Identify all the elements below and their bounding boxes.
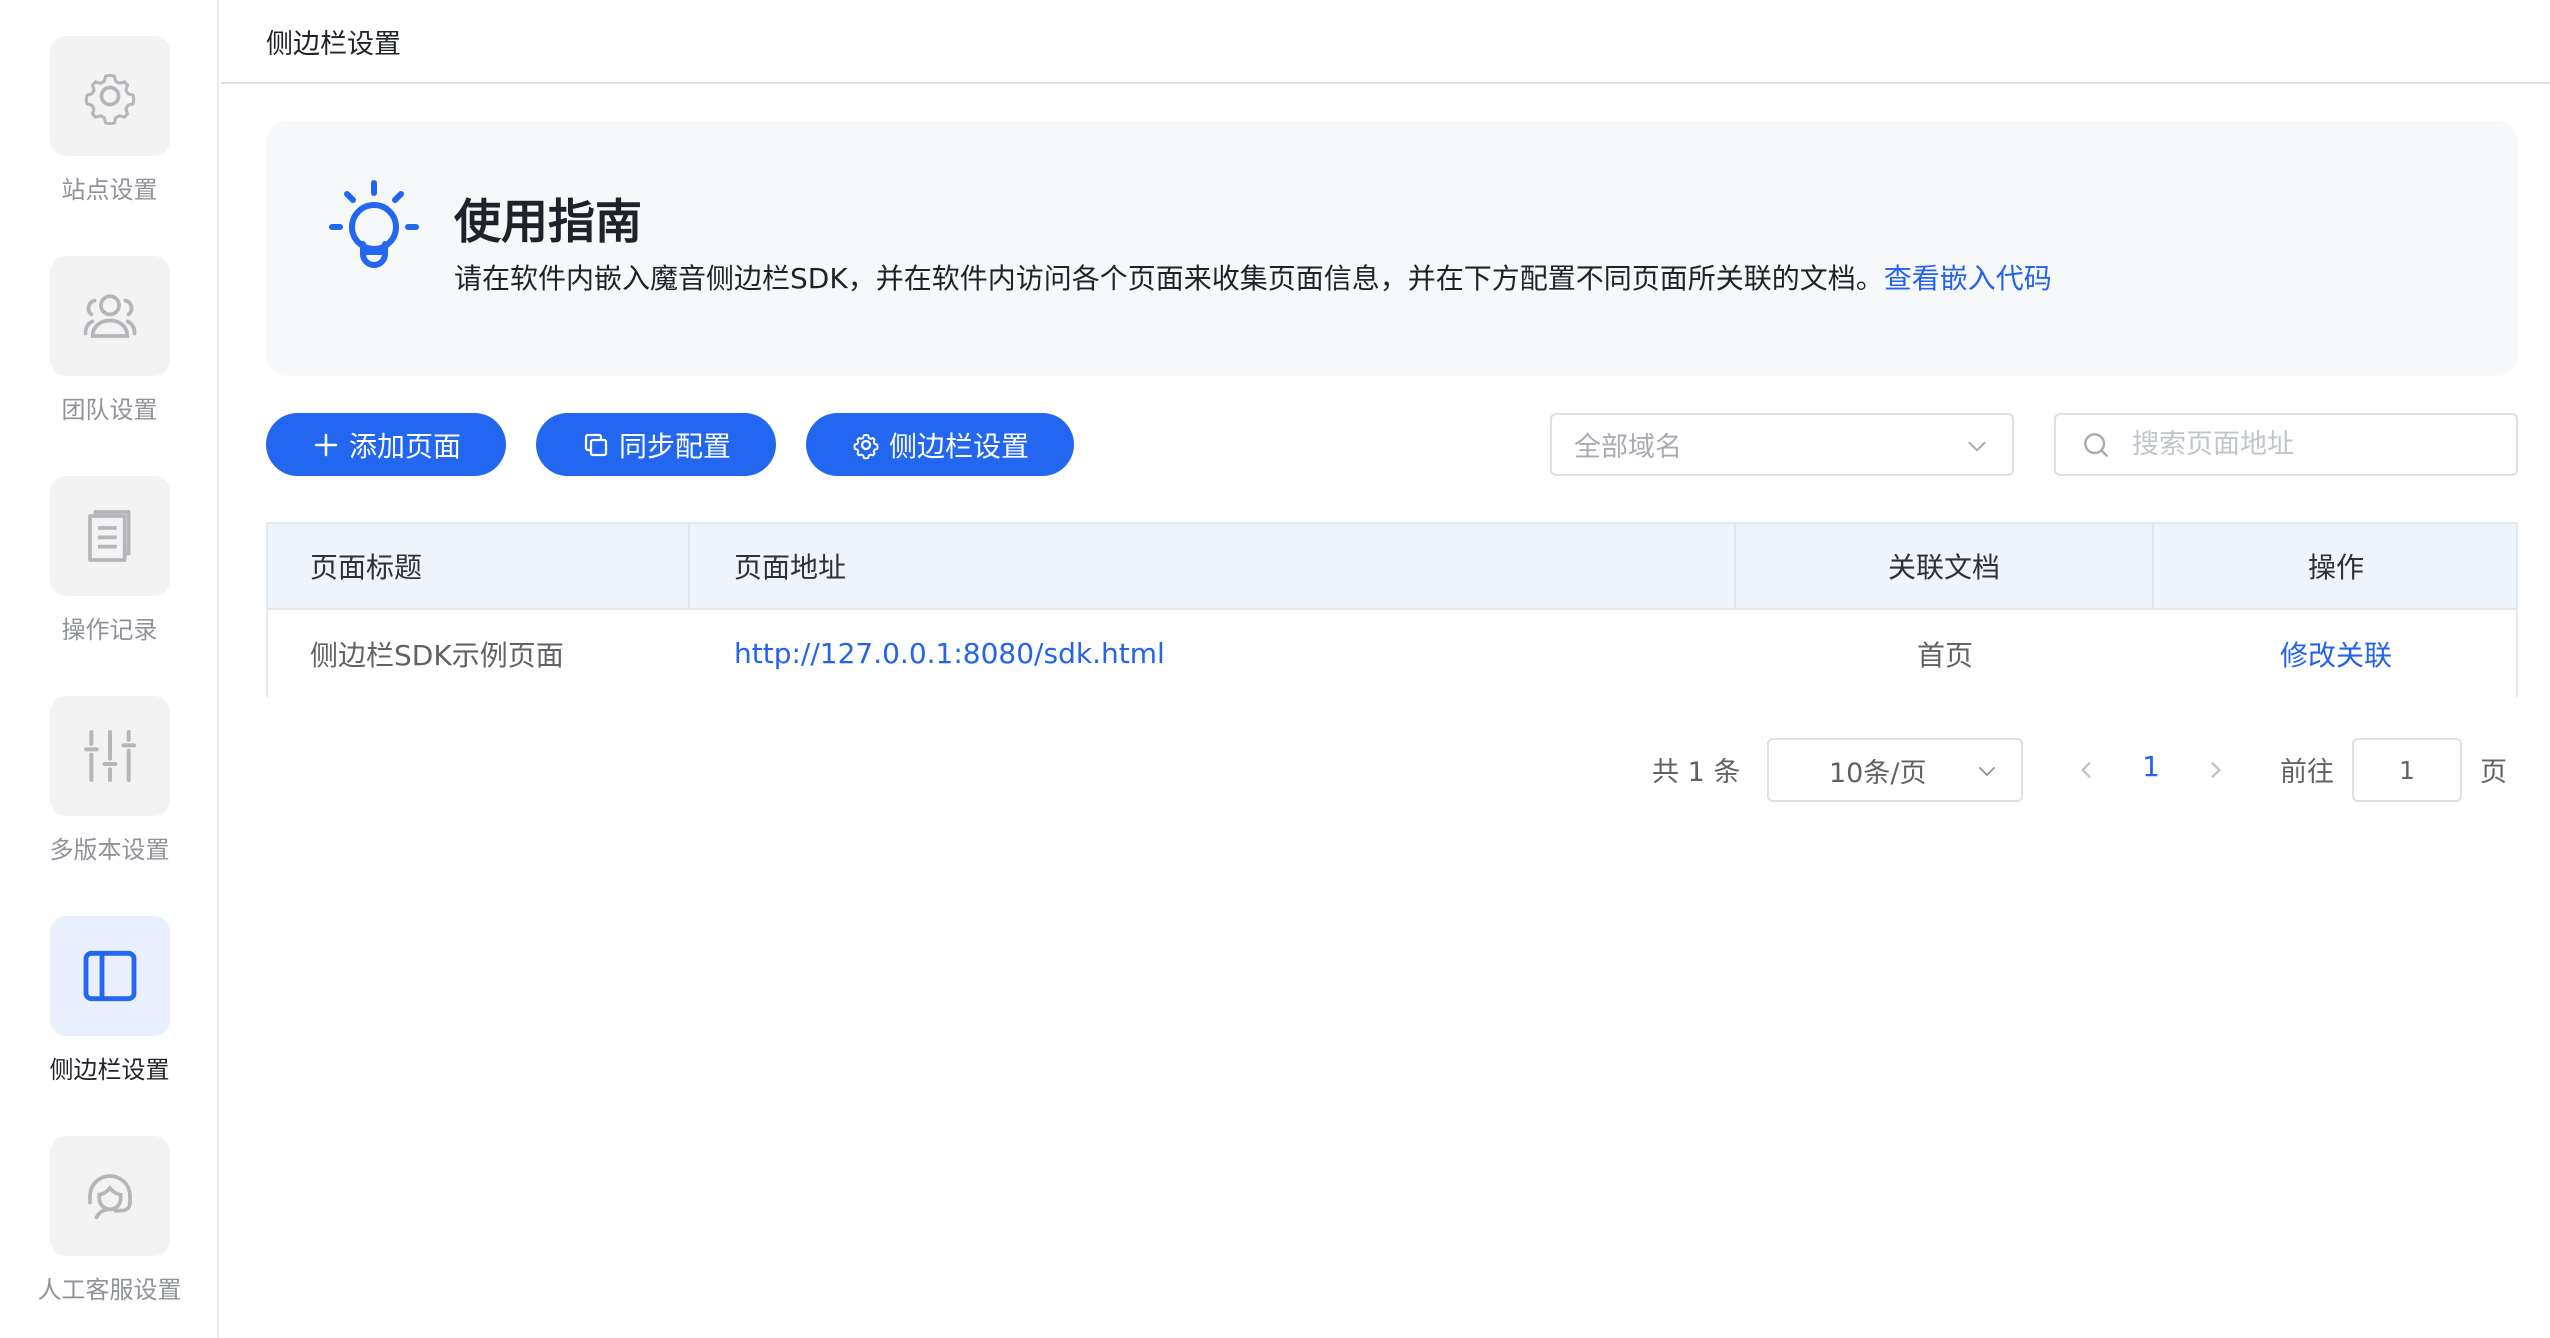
team-icon [83,294,136,338]
add-page-label: 添加页面 [348,429,461,463]
sync-config-label: 同步配置 [618,429,731,463]
sidebar-item-label: 多版本设置 [49,836,170,864]
view-embed-code-link[interactable]: 查看嵌入代码 [1884,262,2052,295]
search-box[interactable] [2054,413,2518,476]
goto-page-input[interactable] [2352,738,2462,802]
sidebar: 站点设置 团队设置 操作记录 多版本设置 侧边栏设置 人工客服设置 [0,0,219,1338]
sidebar-item-label: 操作记录 [61,616,158,644]
page-number-current[interactable]: 1 [2136,750,2166,783]
domain-select-placeholder: 全部域名 [1574,432,1682,463]
sidebar-item-label: 团队设置 [61,396,158,424]
nav-tile [49,1136,170,1256]
sidebar-item-version-settings[interactable]: 多版本设置 [0,660,219,880]
column-header-title: 页面标题 [268,524,690,608]
cell-linked-doc: 首页 [1916,638,1973,672]
sidebar-item-customer-service[interactable]: 人工客服设置 [0,1100,219,1320]
document-icon [87,510,131,562]
page-suffix-label: 页 [2480,757,2507,788]
sidebar-settings-label: 侧边栏设置 [888,429,1029,463]
edit-association-link[interactable]: 修改关联 [2154,610,2518,697]
search-input[interactable] [2132,429,2492,460]
nav-tile [49,696,170,816]
cell-page-title: 侧边栏SDK示例页面 [310,638,564,672]
sync-config-button[interactable]: 同步配置 [536,413,776,476]
domain-select[interactable]: 全部域名 [1550,413,2014,476]
lightbulb-icon [329,180,419,268]
page-size-value: 10条/页 [1829,757,1927,789]
usage-guide-banner: 使用指南 请在软件内嵌入魔音侧边栏SDK，并在软件内访问各个页面来收集页面信息，… [266,121,2518,376]
sidebar-item-sidebar-settings[interactable]: 侧边栏设置 [0,880,219,1100]
add-page-button[interactable]: 添加页面 [266,413,506,476]
nav-tile [49,476,170,596]
plus-icon [314,433,338,456]
guide-title: 使用指南 [454,195,642,250]
chevron-down-icon [1979,767,1995,776]
table-header: 页面标题 页面地址 关联文档 操作 [268,524,2516,610]
page-header: 侧边栏设置 [221,0,2550,84]
sidebar-settings-button[interactable]: 侧边栏设置 [806,413,1074,476]
column-header-linked-doc: 关联文档 [1736,524,2154,608]
page-title: 侧边栏设置 [266,28,401,60]
sidebar-item-label: 站点设置 [61,176,158,204]
column-header-url: 页面地址 [690,524,1736,608]
cell-page-url-link[interactable]: http://127.0.0.1:8080/sdk.html [690,610,1736,697]
pages-table: 页面标题 页面地址 关联文档 操作 侧边栏SDK示例页面 http://127.… [266,522,2518,697]
chevron-down-icon [1968,441,1986,452]
sliders-icon [83,730,136,782]
sidebar-item-label: 人工客服设置 [37,1276,182,1304]
sidebar-item-site-settings[interactable]: 站点设置 [0,0,219,220]
guide-description-text: 请在软件内嵌入魔音侧边栏SDK，并在软件内访问各个页面来收集页面信息，并在下方配… [454,262,1884,295]
column-header-actions: 操作 [2307,551,2364,584]
page-size-select[interactable]: 10条/页 [1767,738,2023,802]
headset-icon [87,1174,132,1220]
goto-label: 前往 [2280,757,2334,788]
sidebar-item-team-settings[interactable]: 团队设置 [0,220,219,440]
chevron-left-icon[interactable] [2070,754,2102,786]
gear-icon [853,433,879,459]
table-row: 侧边栏SDK示例页面 http://127.0.0.1:8080/sdk.htm… [268,610,2516,697]
nav-tile [49,916,170,1036]
sidebar-layout-icon [83,950,136,1002]
copy-icon [584,433,608,456]
gear-icon [84,73,135,126]
search-icon [2084,432,2108,457]
nav-tile [49,256,170,376]
guide-description: 请在软件内嵌入魔音侧边栏SDK，并在软件内访问各个页面来收集页面信息，并在下方配… [454,257,2052,297]
sidebar-item-operation-log[interactable]: 操作记录 [0,440,219,660]
chevron-right-icon[interactable] [2200,754,2232,786]
pagination-total: 共 1 条 [1652,757,1741,788]
nav-tile [49,36,170,156]
sidebar-item-label: 侧边栏设置 [49,1056,170,1084]
